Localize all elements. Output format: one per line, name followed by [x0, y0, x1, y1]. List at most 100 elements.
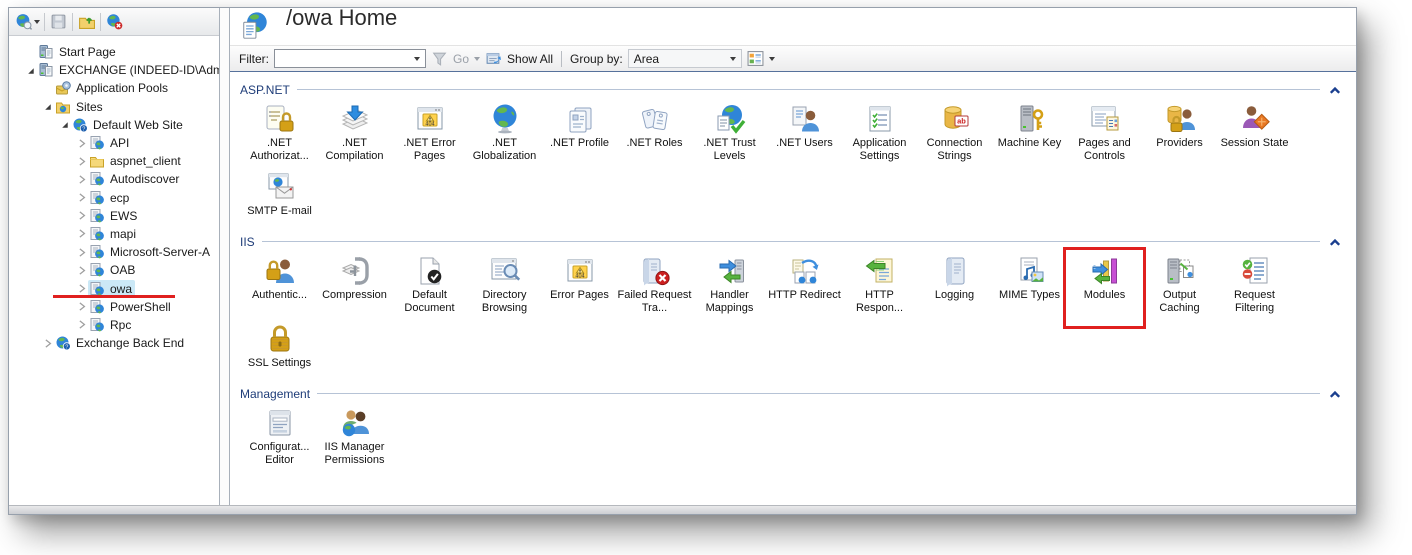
feature-net-roles[interactable]: .NET Roles [617, 103, 692, 163]
feature-ssl-settings[interactable]: SSL Settings [242, 323, 317, 370]
tree-item-start-page[interactable]: Start Page [9, 43, 219, 61]
tree-expander-icon[interactable] [40, 337, 54, 349]
feature-providers[interactable]: Providers [1142, 103, 1217, 163]
feature-application-settings[interactable]: Application Settings [842, 103, 917, 163]
connect-server-icon[interactable] [14, 12, 33, 31]
feature-connection-strings[interactable]: abConnection Strings [917, 103, 992, 163]
tree-expander-icon[interactable] [74, 246, 88, 258]
feature-directory-browsing[interactable]: Directory Browsing [467, 255, 542, 315]
feature-configurat-editor[interactable]: Configurat... Editor [242, 407, 317, 467]
go-funnel-icon [431, 50, 448, 67]
disconnect-icon[interactable] [105, 12, 124, 31]
section-divider-line [297, 89, 1320, 90]
feature-label: HTTP Redirect [768, 289, 841, 302]
tree-expander-icon[interactable] [57, 119, 71, 131]
feature-mime-types[interactable]: MIME Types [992, 255, 1067, 315]
tree-item-default-web-site[interactable]: ?Default Web Site [9, 116, 219, 134]
feature-net-trust-levels[interactable]: .NET Trust Levels [692, 103, 767, 163]
feature-iis-manager-permissions[interactable]: IIS Manager Permissions [317, 407, 392, 467]
feature-net-error-pages[interactable]: 404.NET Error Pages [392, 103, 467, 163]
tree-item-exchange-indeed-id-adm[interactable]: EXCHANGE (INDEED-ID\Adm [9, 61, 219, 79]
group-by-dropdown[interactable]: Area [628, 49, 742, 68]
feature-net-authorizat[interactable]: .NET Authorizat... [242, 103, 317, 163]
feature-output-caching[interactable]: Output Caching [1142, 255, 1217, 315]
tree-app-icon [89, 299, 106, 315]
tree-item-aspnet-client[interactable]: aspnet_client [9, 152, 219, 170]
feature-error-pages[interactable]: 404Error Pages [542, 255, 617, 315]
view-mode-caret-icon[interactable] [769, 57, 775, 61]
feature-logging[interactable]: Logging [917, 255, 992, 315]
tree-expander-icon[interactable] [74, 319, 88, 331]
feature-http-redirect[interactable]: HTTP Redirect [767, 255, 842, 315]
feature-session-state[interactable]: Session State [1217, 103, 1292, 163]
view-mode-icon[interactable] [747, 50, 764, 67]
people-globe-icon [339, 407, 371, 439]
tags-icon [639, 103, 671, 135]
feature-modules[interactable]: Modules [1067, 255, 1142, 315]
feature-handler-mappings[interactable]: Handler Mappings [692, 255, 767, 315]
tree-expander-icon[interactable] [74, 192, 88, 204]
feature-http-respon[interactable]: HTTP Respon... [842, 255, 917, 315]
site-home-icon [240, 10, 270, 42]
feature-label: Request Filtering [1217, 289, 1292, 315]
toolbar-separator [72, 13, 73, 31]
feature-default-document[interactable]: Default Document [392, 255, 467, 315]
tree-expander-icon[interactable] [74, 137, 88, 149]
tree-expander-icon[interactable] [74, 264, 88, 276]
tree-folder-icon [89, 153, 106, 169]
feature-net-profile[interactable]: .NET Profile [542, 103, 617, 163]
tree-item-api[interactable]: API [9, 134, 219, 152]
tree-expander-icon[interactable] [74, 228, 88, 240]
feature-label: Error Pages [550, 289, 609, 302]
section-collapse-icon[interactable] [1329, 84, 1341, 96]
tree-item-powershell[interactable]: PowerShell [9, 298, 219, 316]
window-envelope-icon [264, 171, 296, 203]
feature-net-compilation[interactable]: .NET Compilation [317, 103, 392, 163]
feature-request-filtering[interactable]: Request Filtering [1217, 255, 1292, 315]
tree-expander-icon[interactable] [74, 155, 88, 167]
go-button[interactable]: Go [453, 52, 469, 66]
section-title: ASP.NET [240, 83, 290, 97]
tree-item-ews[interactable]: EWS [9, 207, 219, 225]
section-collapse-icon[interactable] [1329, 236, 1341, 248]
up-level-icon[interactable] [77, 12, 96, 31]
filter-input[interactable] [274, 49, 426, 68]
tree-expander-icon[interactable] [74, 173, 88, 185]
tree-item-owa[interactable]: owa [9, 279, 219, 297]
show-all-button[interactable]: Show All [507, 52, 553, 66]
filter-dropdown-caret-icon[interactable] [414, 57, 420, 61]
feature-label: .NET Profile [550, 137, 609, 150]
tree-item-sites[interactable]: Sites [9, 98, 219, 116]
section-collapse-icon[interactable] [1329, 388, 1341, 400]
feature-label: Authentic... [252, 289, 307, 302]
feature-pages-and-controls[interactable]: Pages and Controls [1067, 103, 1142, 163]
tree-expander-icon[interactable] [74, 283, 88, 295]
tree-item-autodiscover[interactable]: Autodiscover [9, 170, 219, 188]
tree-item-oab[interactable]: OAB [9, 261, 219, 279]
tree-item-rpc[interactable]: Rpc [9, 316, 219, 334]
feature-net-users[interactable]: .NET Users [767, 103, 842, 163]
feature-smtp-e-mail[interactable]: SMTP E-mail [242, 171, 317, 218]
feature-label: .NET Error Pages [392, 137, 467, 163]
save-connections-icon[interactable] [49, 12, 68, 31]
tree-item-microsoft-server-a[interactable]: Microsoft-Server-A [9, 243, 219, 261]
pane-splitter[interactable] [220, 8, 230, 505]
feature-net-globalization[interactable]: .NET Globalization [467, 103, 542, 163]
tree-item-mapi[interactable]: mapi [9, 225, 219, 243]
feature-grid: .NET Authorizat....NET Compilation404.NE… [242, 103, 1300, 226]
feature-machine-key[interactable]: Machine Key [992, 103, 1067, 163]
tree-item-exchange-back-end[interactable]: ?Exchange Back End [9, 334, 219, 352]
connect-server-icon-caret[interactable] [34, 20, 40, 24]
tree-item-application-pools[interactable]: Application Pools [9, 79, 219, 97]
feature-failed-request-tra[interactable]: Failed Request Tra... [617, 255, 692, 315]
feature-label: .NET Globalization [467, 137, 542, 163]
go-options-caret-icon[interactable] [474, 57, 480, 61]
tree-expander-icon[interactable] [40, 101, 54, 113]
tree-item-ecp[interactable]: ecp [9, 189, 219, 207]
feature-authentic[interactable]: Authentic... [242, 255, 317, 315]
tree-expander-icon[interactable] [74, 301, 88, 313]
feature-compression[interactable]: Compression [317, 255, 392, 315]
connections-pane: Start PageEXCHANGE (INDEED-ID\AdmApplica… [9, 8, 220, 505]
tree-expander-icon[interactable] [23, 64, 37, 76]
tree-expander-icon[interactable] [74, 210, 88, 222]
